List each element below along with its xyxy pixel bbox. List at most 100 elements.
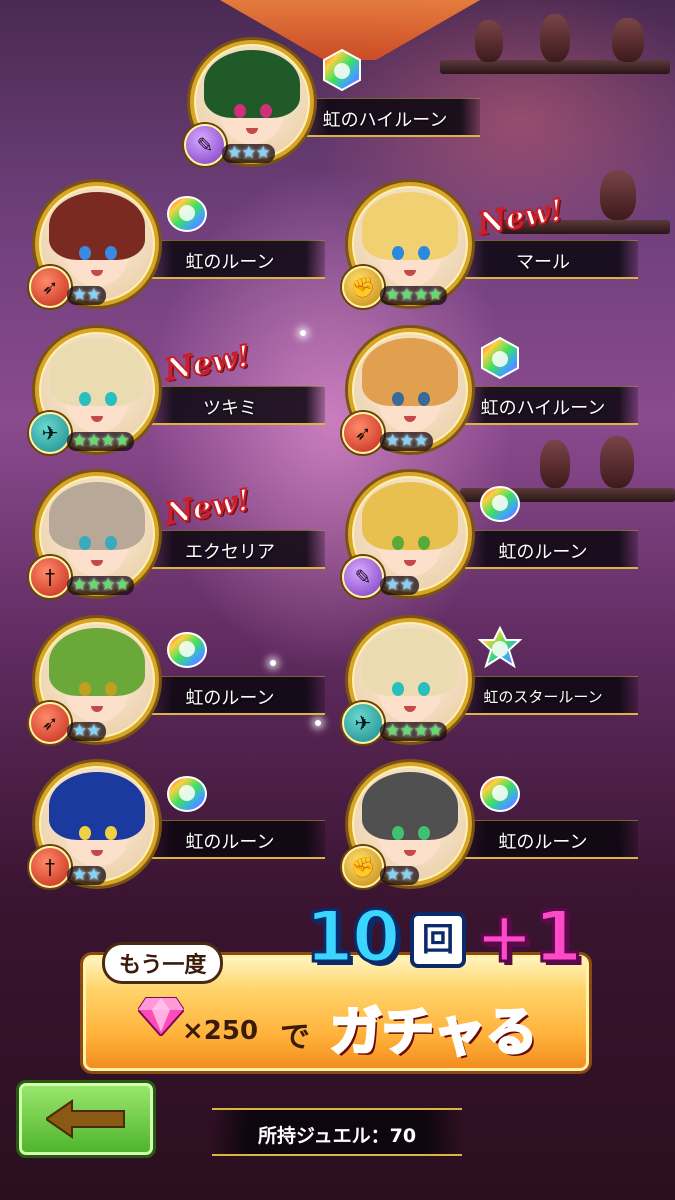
result-card[interactable]: 虹のスタールーン ✈ ★★★★ <box>342 618 648 758</box>
portrait-eye <box>234 104 246 118</box>
back-button[interactable] <box>16 1080 156 1158</box>
jar <box>612 18 644 62</box>
star-icon: ★ <box>385 285 400 305</box>
rarity-stars: ★★★★ <box>67 432 134 451</box>
portrait-eye <box>392 392 404 406</box>
star-icon: ★ <box>399 721 414 741</box>
star-icon: ★ <box>227 143 242 163</box>
rarity-stars: ★★ <box>67 866 106 885</box>
portrait-hair <box>49 338 145 406</box>
star-icon: ★ <box>100 431 116 451</box>
fist-icon: ✊ <box>342 266 384 308</box>
fist-icon: ✊ <box>342 846 384 888</box>
result-name: 虹のルーン <box>498 832 588 853</box>
star-icon: ★ <box>86 285 101 305</box>
gacha-again-button[interactable]: もう一度 10 回 +1 ×250 で ガチャる <box>80 895 592 1074</box>
result-name: 虹のルーン <box>185 688 275 709</box>
portrait-eye <box>418 392 430 406</box>
rarity-stars: ★★★★ <box>67 576 134 595</box>
star-icon: ★ <box>385 575 400 595</box>
result-name: 虹のスタールーン <box>483 688 603 706</box>
result-card[interactable]: 虹のルーン ➶ ★★ <box>29 618 335 758</box>
again-label: もう一度 <box>102 942 224 984</box>
result-name: ツキミ <box>203 398 257 419</box>
portrait-eye <box>392 826 404 840</box>
jewel-cost: ×250 <box>182 1016 259 1046</box>
sword-icon: † <box>29 556 71 598</box>
portrait-eye <box>260 104 272 118</box>
result-card[interactable]: 虹のルーン ✊ ★★ <box>342 762 648 902</box>
star-icon: ★ <box>86 865 101 885</box>
portrait-hair <box>204 50 300 118</box>
portrait-eye <box>105 536 117 550</box>
portrait-hair <box>362 482 458 550</box>
portrait-eye <box>105 392 117 406</box>
star-icon: ★ <box>413 721 429 741</box>
star-icon: ★ <box>114 431 130 451</box>
star-icon: ★ <box>114 575 130 595</box>
portrait-eye <box>418 826 430 840</box>
result-card[interactable]: ツキミ ✈ ★★★★ New! <box>29 328 335 468</box>
jewel-icon <box>138 997 184 1036</box>
rarity-stars: ★★★★ <box>380 722 447 741</box>
portrait-eye <box>105 246 117 260</box>
rarity-stars: ★★★★ <box>380 286 447 305</box>
portrait-eye <box>392 682 404 696</box>
star-icon: ★ <box>385 721 400 741</box>
result-name-plate: 虹のスタールーン <box>448 676 638 715</box>
staff-icon: ✎ <box>342 556 384 598</box>
star-icon: ★ <box>399 431 414 451</box>
draw-count: 10 <box>303 895 401 980</box>
portrait-eye <box>79 536 91 550</box>
portrait-eye <box>418 246 430 260</box>
star-icon: ★ <box>427 721 443 741</box>
result-card[interactable]: 虹のルーン ✎ ★★ <box>342 472 648 612</box>
result-card[interactable]: エクセリア † ★★★★ New! <box>29 472 335 612</box>
left-arrow-icon <box>46 1099 125 1139</box>
portrait-eye <box>418 536 430 550</box>
result-card[interactable]: 虹のハイルーン ➶ ★★★ <box>342 328 648 468</box>
result-name-plate: 虹のルーン <box>135 240 325 279</box>
rainbow-hexagon-rune-icon <box>481 336 519 380</box>
portrait-eye <box>105 682 117 696</box>
result-name-plate: 虹のルーン <box>448 820 638 859</box>
result-card[interactable]: マール ✊ ★★★★ New! <box>342 182 648 322</box>
result-card[interactable]: 虹のルーン ➶ ★★ <box>29 182 335 322</box>
rainbow-hexagon-rune-icon <box>323 48 361 92</box>
star-icon: ★ <box>72 431 87 451</box>
portrait-hair <box>49 772 145 840</box>
draw-count-unit: 回 <box>410 912 466 968</box>
result-card[interactable]: 虹のハイルーン ✎ ★★★ <box>184 40 490 180</box>
staff-icon: ✎ <box>184 124 226 166</box>
portrait-hair <box>362 192 458 260</box>
star-icon: ★ <box>72 865 87 885</box>
result-card[interactable]: 虹のルーン † ★★ <box>29 762 335 902</box>
result-name: エクセリア <box>185 542 275 563</box>
star-icon: ★ <box>399 575 414 595</box>
result-name-plate: 虹のルーン <box>448 530 638 569</box>
new-badge: New! <box>162 338 254 389</box>
bow-icon: ➶ <box>29 702 71 744</box>
portrait-eye <box>79 826 91 840</box>
rarity-stars: ★★ <box>380 576 419 595</box>
jar <box>540 14 570 62</box>
star-icon: ★ <box>399 285 414 305</box>
rarity-stars: ★★ <box>67 286 106 305</box>
star-icon: ★ <box>100 575 116 595</box>
star-icon: ★ <box>413 431 429 451</box>
rarity-stars: ★★ <box>380 866 419 885</box>
star-icon: ★ <box>241 143 256 163</box>
portrait-eye <box>392 536 404 550</box>
rarity-stars: ★★ <box>67 722 106 741</box>
star-icon: ★ <box>413 285 429 305</box>
bow-icon: ➶ <box>342 412 384 454</box>
portrait-hair <box>49 628 145 696</box>
portrait-eye <box>105 826 117 840</box>
star-icon: ★ <box>427 285 443 305</box>
portrait-eye <box>418 682 430 696</box>
portrait-hair <box>362 628 458 696</box>
star-icon: ★ <box>86 721 101 741</box>
result-name-plate: 虹のハイルーン <box>448 386 638 425</box>
gacha-action-label: ガチャる <box>328 1002 538 1065</box>
result-name-plate: ツキミ <box>135 386 325 425</box>
